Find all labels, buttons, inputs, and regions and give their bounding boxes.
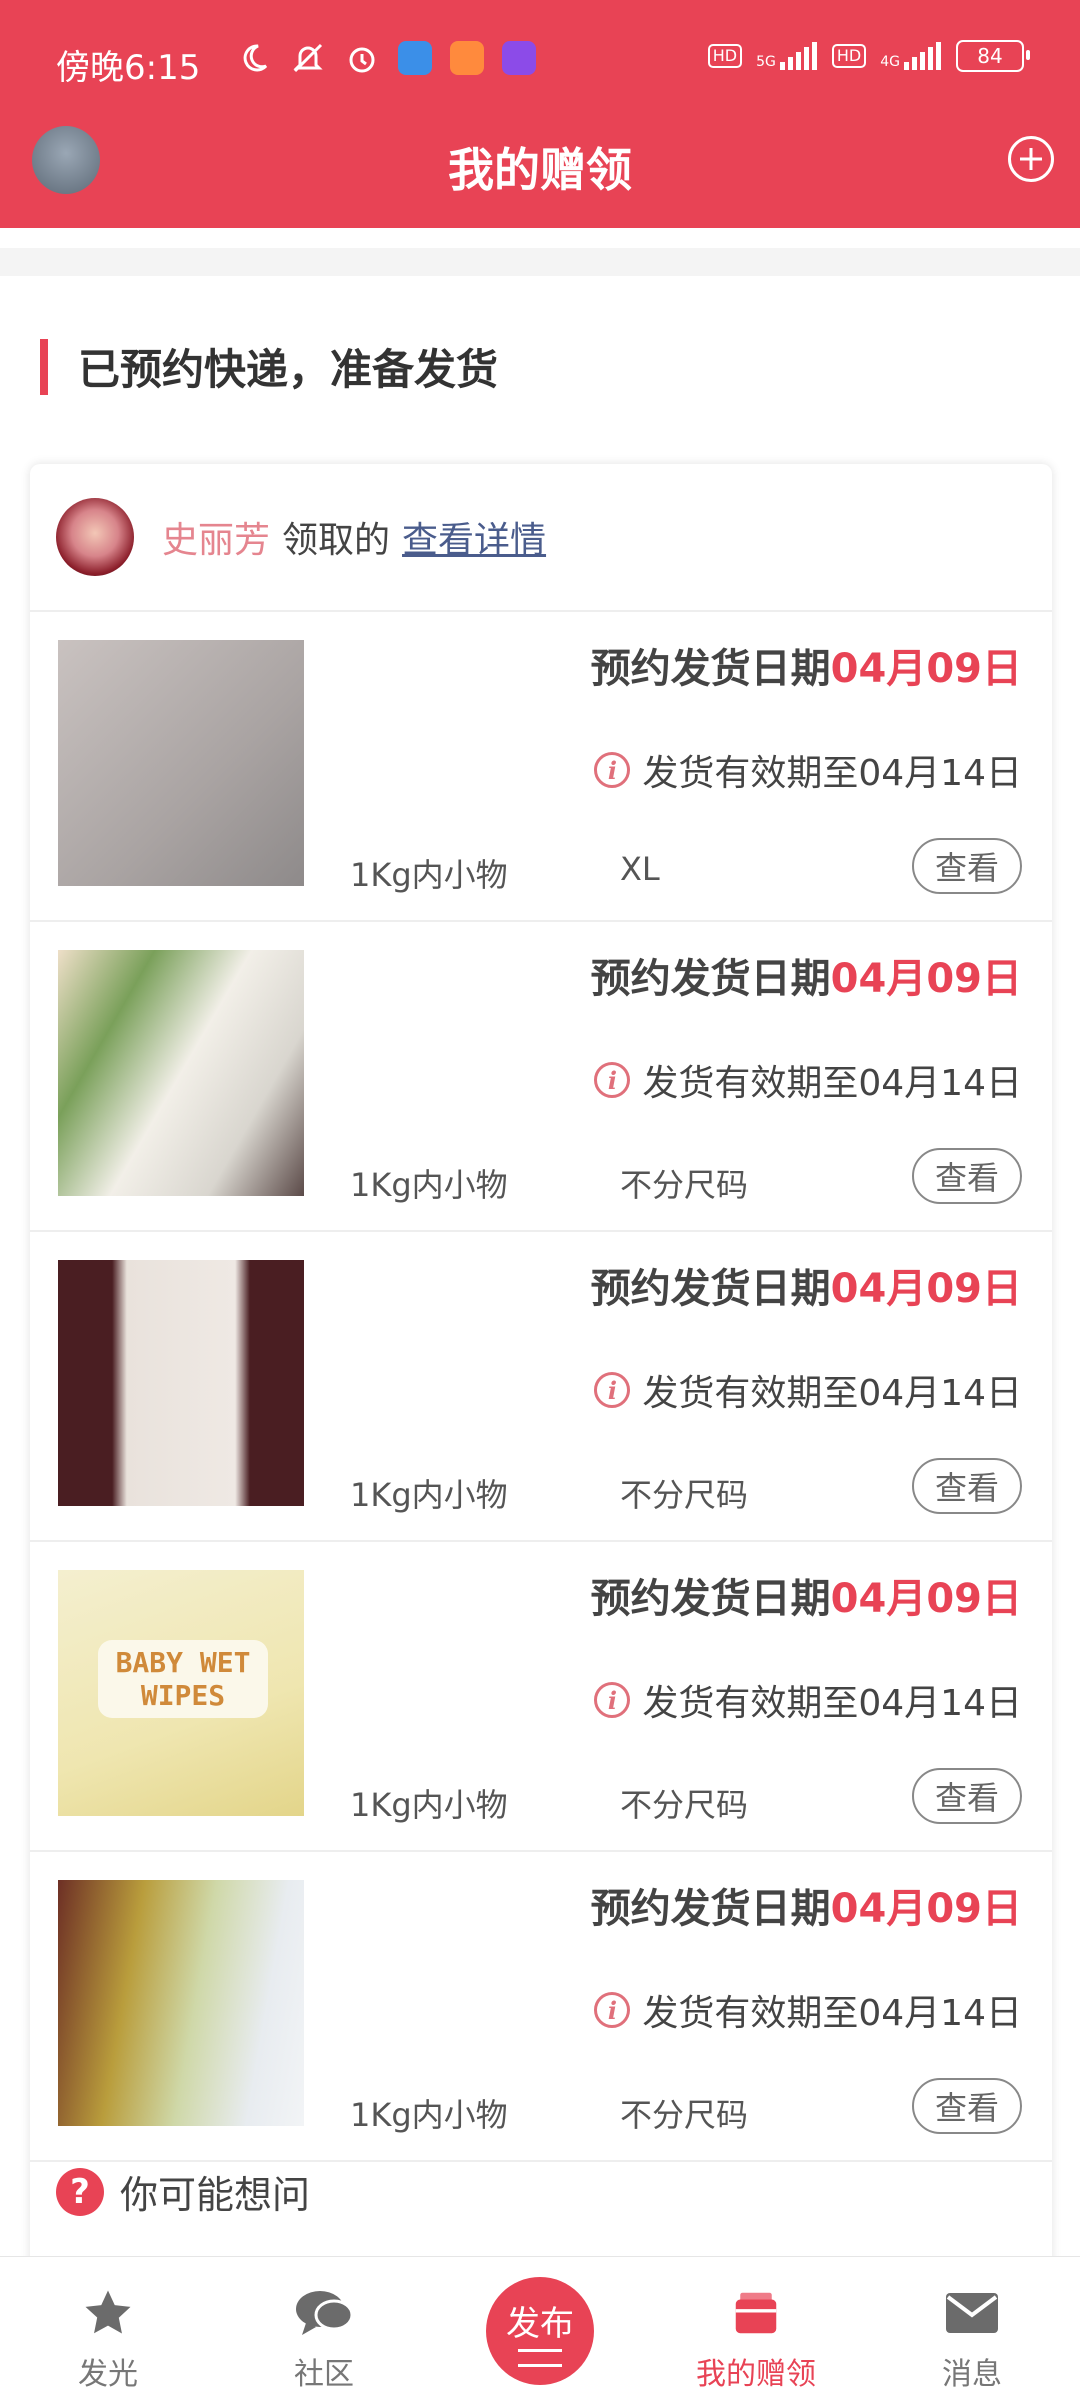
list-item[interactable]: BABY WET WIPES 预约发货日期04月09日 i 发货有效期至04月14… [30, 1542, 1052, 1852]
info-icon: i [594, 1992, 631, 2028]
m-app-notification-icon [502, 41, 536, 75]
section-title: 已预约快递，准备发货 [78, 345, 499, 394]
wipes-package-text: BABY WET WIPES [98, 1640, 268, 1718]
tab-label: 我的赠领 [696, 2357, 816, 2392]
validity-row: i 发货有效期至04月14日 [594, 744, 1022, 796]
list-item[interactable]: 预约发货日期04月09日 i 发货有效期至04月14日 1Kg内小物 不分尺码 查… [30, 1232, 1052, 1542]
tab-label: 社区 [294, 2357, 354, 2392]
receiver-avatar[interactable] [56, 498, 134, 576]
card-header: 史丽芳 领取的 查看详情 [30, 464, 1052, 612]
view-button[interactable]: 查看 [912, 1148, 1022, 1204]
item-size: 不分尺码 [620, 1786, 749, 1824]
item-weight: 1Kg内小物 [350, 1786, 508, 1824]
hd-badge-2: HD [831, 44, 867, 68]
tab-glow[interactable]: 发光 [0, 2257, 216, 2401]
plus-icon [1020, 148, 1042, 170]
received-label: 领取的 [282, 520, 391, 561]
item-size: 不分尺码 [620, 1166, 749, 1204]
hd-badge: HD [707, 44, 743, 68]
status-system-icons: HD 5G HD 4G 84 [707, 40, 1030, 72]
item-photo[interactable] [58, 1260, 304, 1506]
validity-row: i 发货有效期至04月14日 [594, 1674, 1022, 1726]
question-icon: ? [56, 2167, 104, 2216]
battery-icon: 84 [956, 40, 1030, 72]
faq-text: 你可能想问 [120, 2173, 311, 2217]
tab-label: 发光 [78, 2357, 138, 2392]
publish-button[interactable]: 发布 [486, 2277, 594, 2385]
tab-messages[interactable]: 消息 [864, 2257, 1080, 2401]
section-accent-bar [40, 338, 48, 395]
ship-date: 预约发货日期04月09日 [590, 646, 1022, 692]
store-notification-icon [450, 41, 484, 75]
list-item[interactable]: 预约发货日期04月09日 i 发货有效期至04月14日 1Kg内小物 不分尺码 查… [30, 922, 1052, 1232]
status-bar: 傍晚6:15 HD 5G HD 4G 84 [0, 0, 1080, 124]
ship-date: 预约发货日期04月09日 [590, 956, 1022, 1002]
item-weight: 1Kg内小物 [350, 856, 508, 894]
envelope-icon [942, 2283, 1002, 2343]
view-button[interactable]: 查看 [912, 1768, 1022, 1824]
moon-icon [236, 40, 272, 76]
order-card: 史丽芳 领取的 查看详情 预约发货日期04月09日 i 发货有效期至04月14日 … [30, 464, 1052, 2256]
publish-label: 发布 [506, 2303, 574, 2344]
info-icon: i [594, 1062, 631, 1098]
alarm-clock-icon [344, 40, 380, 76]
faq-link[interactable]: ? 你可能想问 [56, 2164, 310, 2219]
app-header: 傍晚6:15 HD 5G HD 4G 84 我的赠领 [0, 0, 1080, 228]
info-icon: i [594, 1682, 631, 1718]
gift-box-icon [726, 2283, 786, 2343]
item-photo[interactable] [58, 640, 304, 886]
validity-row: i 发货有效期至04月14日 [594, 1364, 1022, 1416]
app-notification-icon [398, 41, 432, 75]
item-size: 不分尺码 [620, 1476, 749, 1514]
list-item[interactable]: 预约发货日期04月09日 i 发货有效期至04月14日 1Kg内小物 不分尺码 查… [30, 1852, 1052, 2162]
main-content[interactable]: 已预约快递，准备发货 史丽芳 领取的 查看详情 预约发货日期04月09日 i 发货… [0, 228, 1080, 2256]
validity-row: i 发货有效期至04月14日 [594, 1054, 1022, 1106]
validity-row: i 发货有效期至04月14日 [594, 1984, 1022, 2036]
chat-bubbles-icon [294, 2283, 354, 2343]
publish-icon [518, 2348, 562, 2367]
item-weight: 1Kg内小物 [350, 1166, 508, 1204]
tab-publish[interactable]: 发布 [432, 2257, 648, 2401]
item-photo[interactable] [58, 1880, 304, 2126]
view-details-link[interactable]: 查看详情 [402, 511, 546, 563]
bottom-tab-bar: 发光 社区 发布 我的赠领 消息 [0, 2256, 1080, 2401]
status-notification-icons [236, 40, 536, 76]
ship-date: 预约发货日期04月09日 [590, 1576, 1022, 1622]
divider-strip [0, 248, 1080, 276]
tab-community[interactable]: 社区 [216, 2257, 432, 2401]
section-header: 已预约快递，准备发货 [40, 336, 498, 397]
signal-4g-icon: 4G [880, 42, 942, 70]
item-weight: 1Kg内小物 [350, 1476, 508, 1514]
tab-my-gifts[interactable]: 我的赠领 [648, 2257, 864, 2401]
page-title: 我的赠领 [448, 143, 632, 197]
view-button[interactable]: 查看 [912, 2078, 1022, 2134]
list-item[interactable]: 预约发货日期04月09日 i 发货有效期至04月14日 1Kg内小物 XL 查看 [30, 612, 1052, 922]
add-button[interactable] [1008, 136, 1054, 182]
item-size: 不分尺码 [620, 2096, 749, 2134]
item-photo[interactable] [58, 950, 304, 1196]
tab-label: 消息 [942, 2357, 1002, 2392]
info-icon: i [594, 752, 631, 788]
item-weight: 1Kg内小物 [350, 2096, 508, 2134]
ship-date: 预约发货日期04月09日 [590, 1886, 1022, 1932]
item-photo[interactable]: BABY WET WIPES [58, 1570, 304, 1816]
status-time: 傍晚6:15 [56, 48, 201, 88]
star-icon [78, 2283, 138, 2343]
ship-date: 预约发货日期04月09日 [590, 1266, 1022, 1312]
item-size: XL [620, 850, 660, 888]
bell-muted-icon [290, 40, 326, 76]
signal-5g-icon: 5G [756, 42, 818, 70]
receiver-name[interactable]: 史丽芳 [162, 511, 270, 563]
view-button[interactable]: 查看 [912, 838, 1022, 894]
view-button[interactable]: 查看 [912, 1458, 1022, 1514]
info-icon: i [594, 1372, 631, 1408]
